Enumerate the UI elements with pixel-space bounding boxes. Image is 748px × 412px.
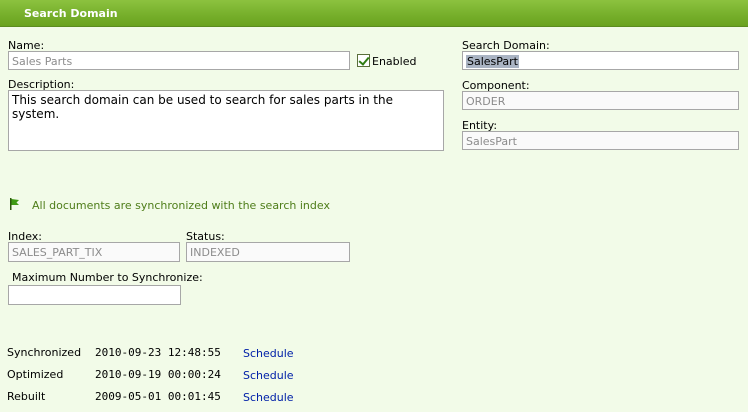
component-field-value: ORDER	[466, 95, 506, 108]
search-domain-field[interactable]: SalesPart	[462, 51, 739, 70]
optimized-schedule-link[interactable]: Schedule	[243, 369, 294, 382]
max-sync-label: Maximum Number to Synchronize:	[12, 271, 203, 284]
description-field-value: This search domain can be used to search…	[12, 93, 393, 121]
description-field[interactable]: This search domain can be used to search…	[8, 90, 444, 151]
rebuilt-datetime: 2009-05-01 00:01:45	[95, 390, 221, 403]
rebuilt-label: Rebuilt	[7, 390, 46, 403]
index-field[interactable]: SALES_PART_TIX	[8, 242, 180, 262]
max-sync-input[interactable]	[8, 285, 181, 305]
status-field[interactable]: INDEXED	[186, 242, 350, 262]
panel-header: Search Domain	[0, 0, 748, 27]
component-field[interactable]: ORDER	[462, 91, 739, 110]
entity-field[interactable]: SalesPart	[462, 131, 739, 150]
rebuilt-schedule-link[interactable]: Schedule	[243, 391, 294, 404]
name-field[interactable]: Sales Parts	[8, 51, 350, 70]
optimized-label: Optimized	[7, 368, 64, 381]
name-field-value: Sales Parts	[12, 55, 73, 68]
synchronized-schedule-link[interactable]: Schedule	[243, 347, 294, 360]
synchronized-datetime: 2010-09-23 12:48:55	[95, 346, 221, 359]
entity-field-value: SalesPart	[466, 135, 517, 148]
synchronized-label: Synchronized	[7, 346, 82, 359]
status-field-value: INDEXED	[190, 246, 240, 259]
enabled-checkbox[interactable]	[357, 54, 370, 67]
optimized-datetime: 2010-09-19 00:00:24	[95, 368, 221, 381]
search-domain-value: SalesPart	[466, 55, 519, 68]
flag-icon	[10, 198, 19, 210]
enabled-label: Enabled	[372, 55, 417, 68]
sync-status-message: All documents are synchronized with the …	[32, 199, 330, 212]
index-field-value: SALES_PART_TIX	[12, 246, 103, 259]
panel-title: Search Domain	[24, 7, 118, 20]
